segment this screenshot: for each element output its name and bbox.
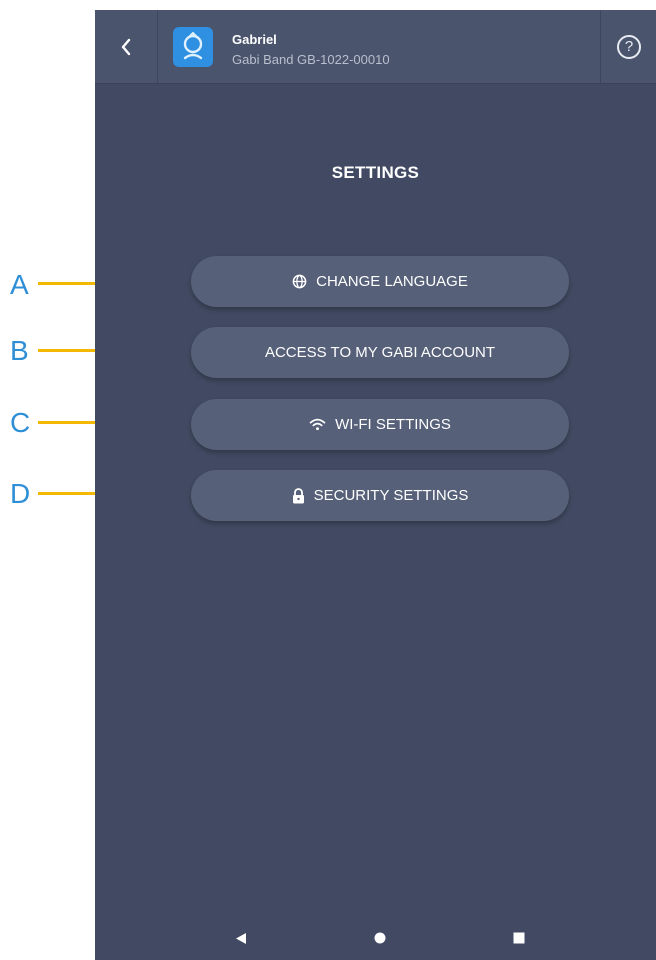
gabi-logo-icon [183, 32, 203, 60]
app-header: Gabriel Gabi Band GB-1022-00010 ? [95, 10, 656, 84]
change-language-label: CHANGE LANGUAGE [316, 273, 468, 290]
device-avatar [173, 27, 213, 67]
chevron-left-icon [121, 38, 131, 55]
annotation-label-d: D [10, 478, 31, 509]
lock-icon [292, 487, 305, 504]
wifi-settings-label: WI-FI SETTINGS [335, 416, 451, 433]
page-title: SETTINGS [331, 163, 420, 182]
circle-home-icon [374, 932, 386, 944]
access-account-label: ACCESS TO MY GABI ACCOUNT [264, 344, 496, 361]
square-recents-icon [513, 932, 525, 944]
system-nav-bar [95, 916, 656, 960]
phone-screen: Gabriel Gabi Band GB-1022-00010 ? SETTIN… [95, 10, 656, 960]
help-icon[interactable]: ? [617, 34, 641, 59]
security-settings-button[interactable]: SECURITY SETTINGS [191, 470, 569, 521]
security-settings-label: SECURITY SETTINGS [313, 487, 469, 504]
nav-home-button[interactable] [370, 928, 390, 948]
wifi-icon [309, 418, 326, 431]
annotation-label-a: A [10, 269, 29, 300]
annotation-label-c: C [10, 407, 31, 438]
globe-icon [292, 274, 307, 289]
device-serial: Gabi Band GB-1022-00010 [232, 52, 390, 67]
access-account-button[interactable]: ACCESS TO MY GABI ACCOUNT [191, 327, 569, 378]
device-name: Gabriel [232, 32, 277, 47]
back-button[interactable] [95, 10, 158, 83]
page: A B C D Gabriel Gabi Band GB-1022-00010 [0, 0, 656, 960]
triangle-back-icon [236, 932, 246, 944]
nav-back-button[interactable] [231, 928, 251, 948]
annotation-label-b: B [10, 335, 29, 366]
wifi-settings-button[interactable]: WI-FI SETTINGS [191, 399, 569, 450]
change-language-button[interactable]: CHANGE LANGUAGE [191, 256, 569, 307]
nav-recents-button[interactable] [509, 928, 529, 948]
help-button-area[interactable]: ? [600, 10, 656, 83]
